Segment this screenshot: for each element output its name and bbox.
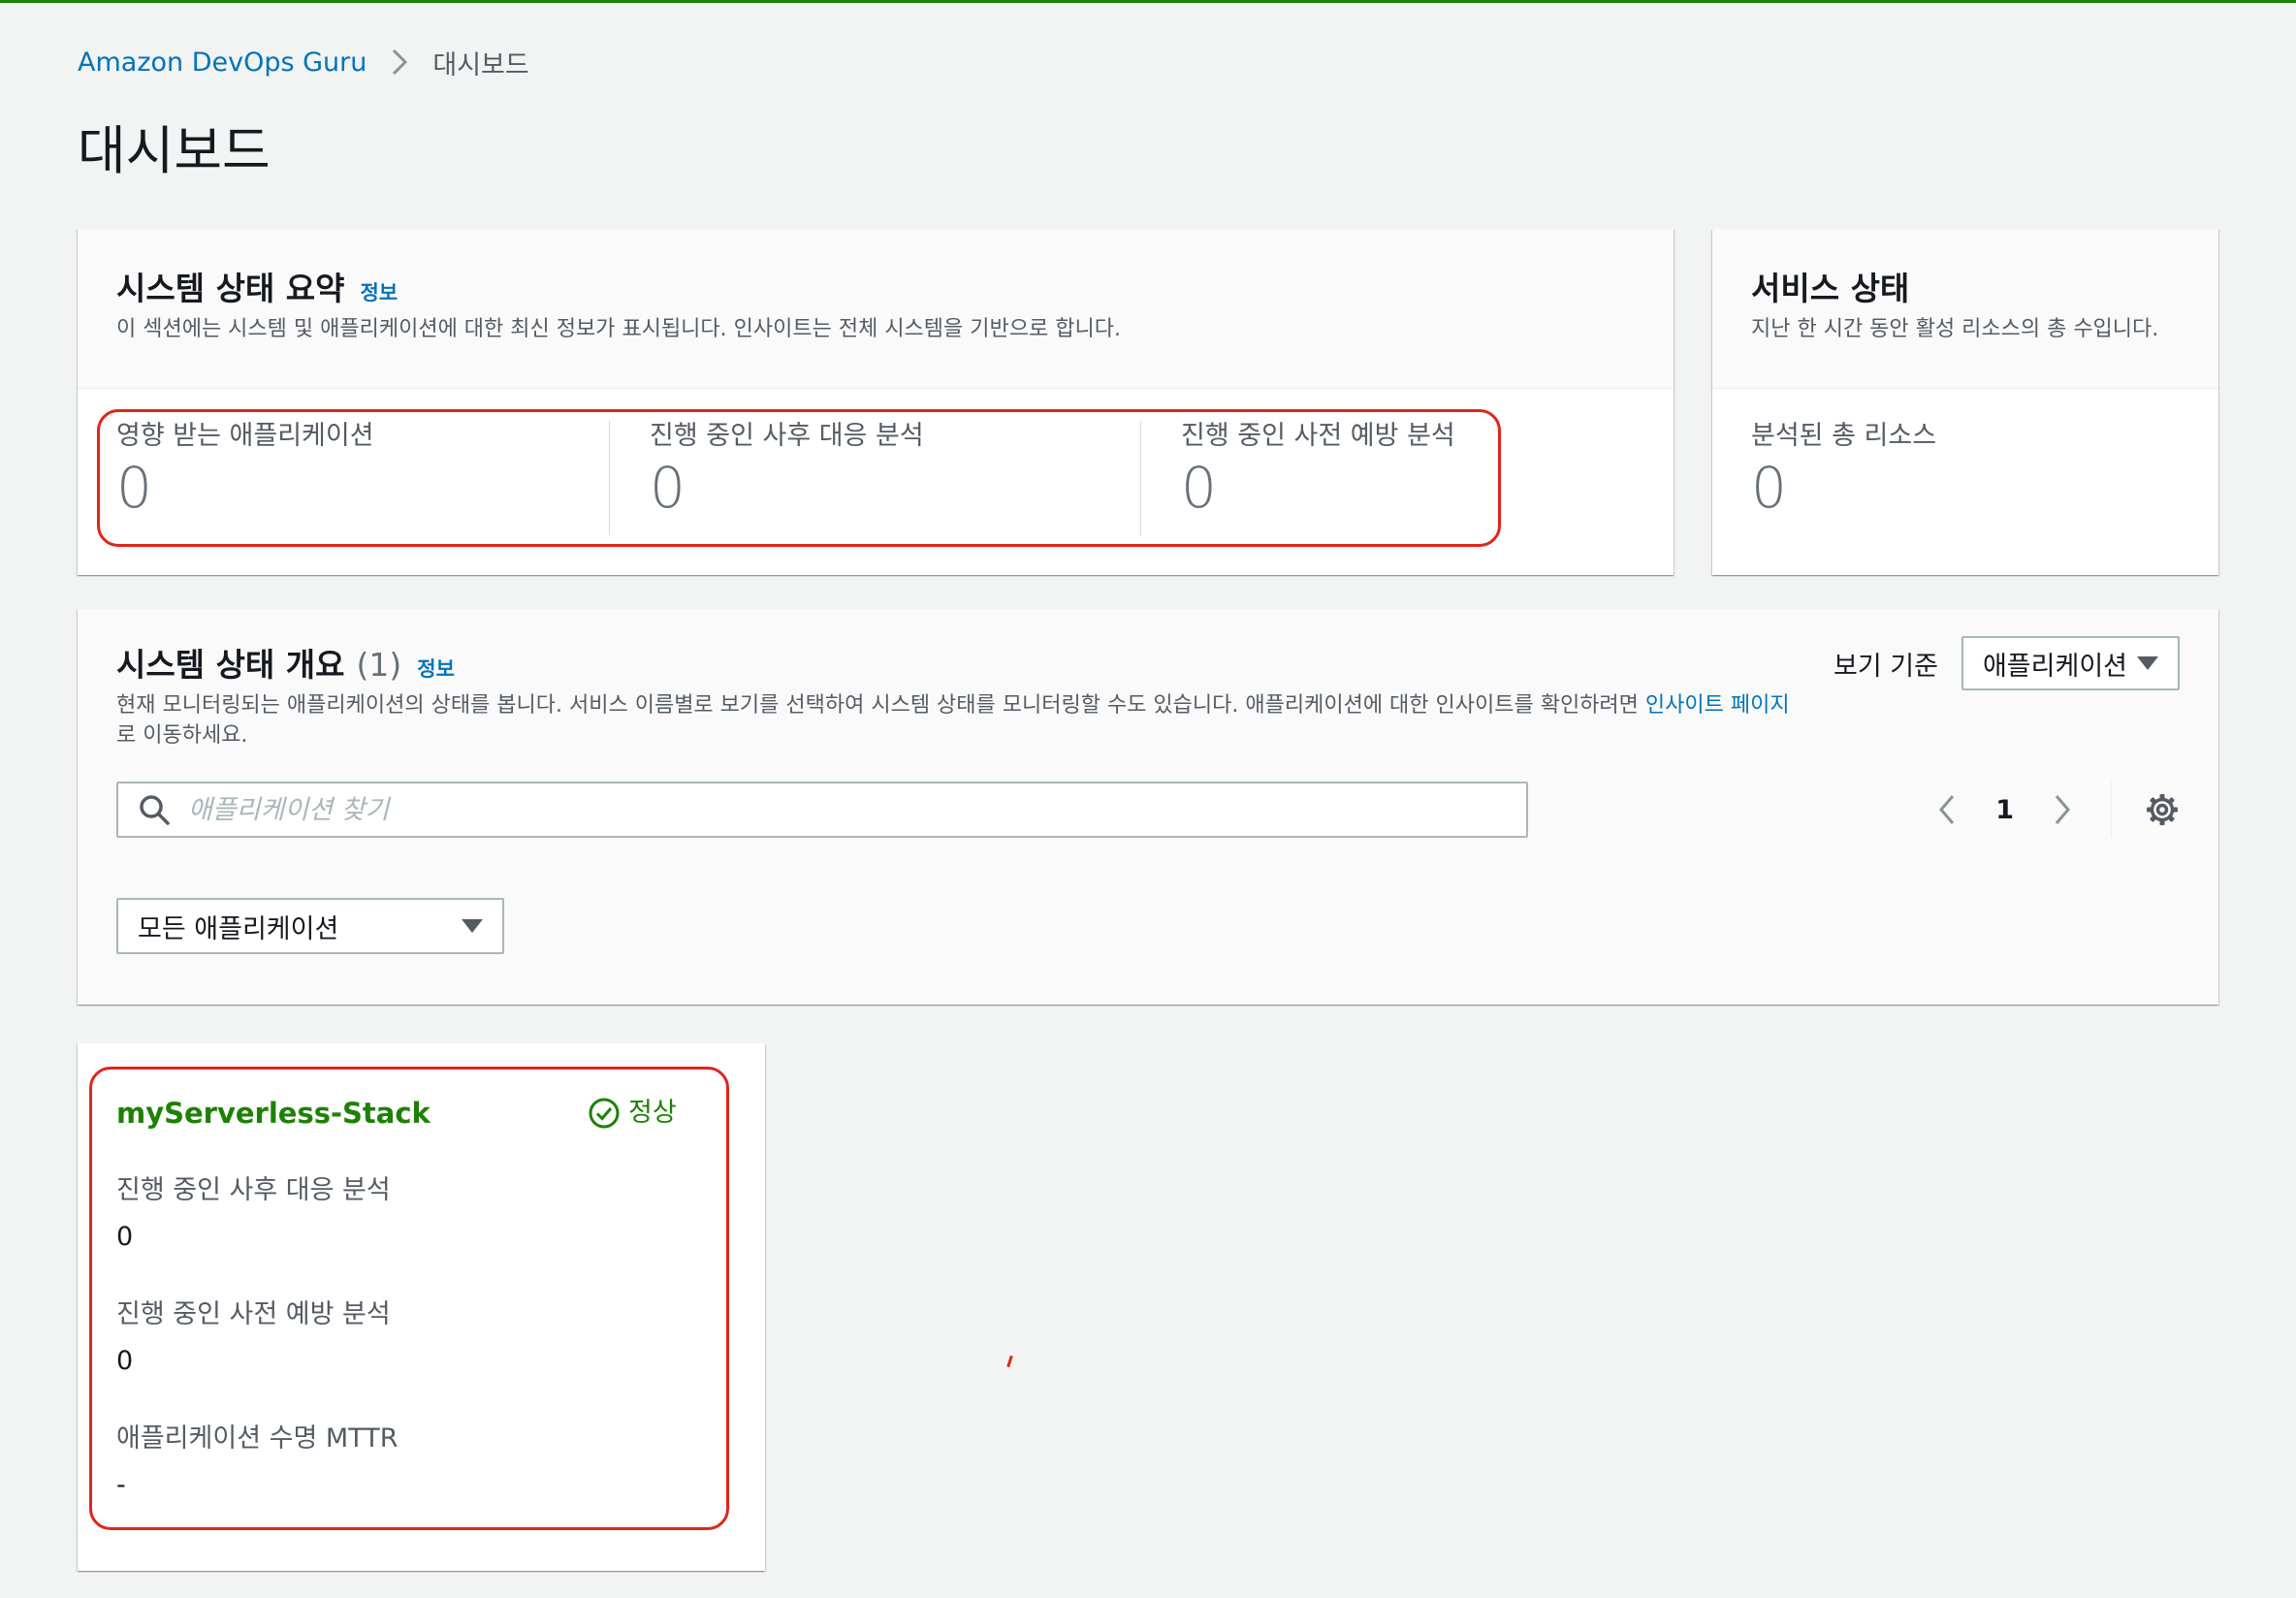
overview-count: (1): [356, 646, 402, 684]
page-title: 대시보드: [78, 120, 271, 181]
check-circle-icon: [589, 1098, 620, 1129]
search-icon: [140, 795, 170, 825]
metric-reactive-insights: 진행 중인 사후 대응 분석 0: [650, 419, 924, 522]
view-by-control: 보기 기준 애플리케이션: [1834, 636, 2180, 690]
metric-value: 0: [1751, 455, 1787, 521]
metric-label: 분석된 총 리소스: [1751, 421, 1937, 451]
overview-title: 시스템 상태 개요 (1) 정보: [116, 644, 455, 690]
chevron-right-icon: [393, 48, 408, 76]
summary-title: 시스템 상태 요약 정보: [116, 268, 398, 314]
metric-label: 진행 중인 사후 대응 분석: [650, 421, 924, 451]
view-by-select[interactable]: 애플리케이션: [1961, 636, 2180, 690]
system-health-overview-panel: 시스템 상태 개요 (1) 정보 현재 모니터링되는 애플리케이션의 상태를 봅…: [78, 609, 2218, 1005]
breadcrumb: Amazon DevOps Guru 대시보드: [78, 43, 529, 81]
metric-value: 0: [1181, 455, 1217, 521]
pagination: 1: [1933, 782, 2180, 838]
breadcrumb-current: 대시보드: [432, 49, 529, 80]
application-search[interactable]: [116, 782, 1528, 838]
next-page-button[interactable]: [2049, 790, 2076, 829]
application-filter-select[interactable]: 모든 애플리케이션: [116, 898, 504, 954]
gear-icon[interactable]: [2145, 792, 2180, 827]
service-title: 서비스 상태: [1751, 270, 1910, 307]
search-input[interactable]: [186, 793, 1451, 826]
system-health-summary-panel: 시스템 상태 요약 정보 이 섹션에는 시스템 및 애플리케이션에 대한 최신 …: [78, 229, 1674, 575]
card-field-value: 0: [116, 1222, 134, 1252]
service-header: 서비스 상태 지난 한 시간 동안 활성 리소스의 총 수입니다.: [1712, 229, 2218, 389]
card-field-value: -: [116, 1470, 126, 1500]
summary-info-link[interactable]: 정보: [361, 272, 399, 314]
pagination-divider: [2111, 782, 2112, 838]
card-field-label: 진행 중인 사전 예방 분석: [116, 1299, 391, 1329]
overview-description-tail: 로 이동하세요.: [116, 723, 248, 748]
summary-title-text: 시스템 상태 요약: [116, 270, 345, 307]
metric-value: 0: [650, 455, 686, 521]
insights-page-link[interactable]: 인사이트 페이지: [1645, 693, 1790, 718]
chevron-left-icon: [1939, 795, 1955, 824]
caret-down-icon: [462, 919, 483, 933]
card-field-value: 0: [116, 1346, 134, 1376]
application-card: myServerless-Stack 정상 진행 중인 사후 대응 분석 0 진…: [78, 1043, 765, 1571]
summary-description: 이 섹션에는 시스템 및 애플리케이션에 대한 최신 정보가 표시됩니다. 인사…: [116, 317, 1121, 341]
summary-header: 시스템 상태 요약 정보 이 섹션에는 시스템 및 애플리케이션에 대한 최신 …: [78, 229, 1674, 389]
status-text: 정상: [628, 1098, 677, 1128]
overview-info-link[interactable]: 정보: [417, 648, 455, 690]
annotation-mark: [1006, 1355, 1013, 1368]
caret-down-icon: [2137, 656, 2158, 670]
view-by-value: 애플리케이션: [1982, 651, 2127, 682]
metric-divider: [609, 421, 610, 535]
status-badge: 정상: [588, 1094, 677, 1133]
metric-total-resources: 분석된 총 리소스 0: [1751, 419, 1936, 522]
metric-value: 0: [116, 455, 152, 521]
metric-label: 영향 받는 애플리케이션: [116, 421, 374, 451]
metric-affected-applications: 영향 받는 애플리케이션 0: [116, 419, 374, 522]
metric-divider: [1140, 421, 1141, 535]
overview-description: 현재 모니터링되는 애플리케이션의 상태를 봅니다. 서비스 이름별로 보기를 …: [116, 690, 1910, 751]
metric-label: 진행 중인 사전 예방 분석: [1181, 421, 1455, 451]
metric-proactive-insights: 진행 중인 사전 예방 분석 0: [1181, 419, 1455, 522]
filter-value: 모든 애플리케이션: [138, 913, 339, 944]
current-page-number[interactable]: 1: [1995, 795, 2014, 825]
card-field-label: 진행 중인 사후 대응 분석: [116, 1175, 391, 1205]
previous-page-button[interactable]: [1933, 790, 1961, 829]
breadcrumb-root-link[interactable]: Amazon DevOps Guru: [78, 48, 367, 78]
application-name-link[interactable]: myServerless-Stack: [116, 1094, 430, 1133]
overview-description-text: 현재 모니터링되는 애플리케이션의 상태를 봅니다. 서비스 이름별로 보기를 …: [116, 693, 1639, 718]
chevron-right-icon: [2055, 795, 2070, 824]
overview-title-text: 시스템 상태 개요: [116, 646, 345, 684]
top-accent-bar: [0, 0, 2296, 3]
service-health-panel: 서비스 상태 지난 한 시간 동안 활성 리소스의 총 수입니다. 분석된 총 …: [1712, 229, 2218, 575]
card-field-label: 애플리케이션 수명 MTTR: [116, 1423, 399, 1454]
service-description: 지난 한 시간 동안 활성 리소스의 총 수입니다.: [1751, 317, 2159, 341]
view-by-label: 보기 기준: [1834, 651, 1938, 682]
